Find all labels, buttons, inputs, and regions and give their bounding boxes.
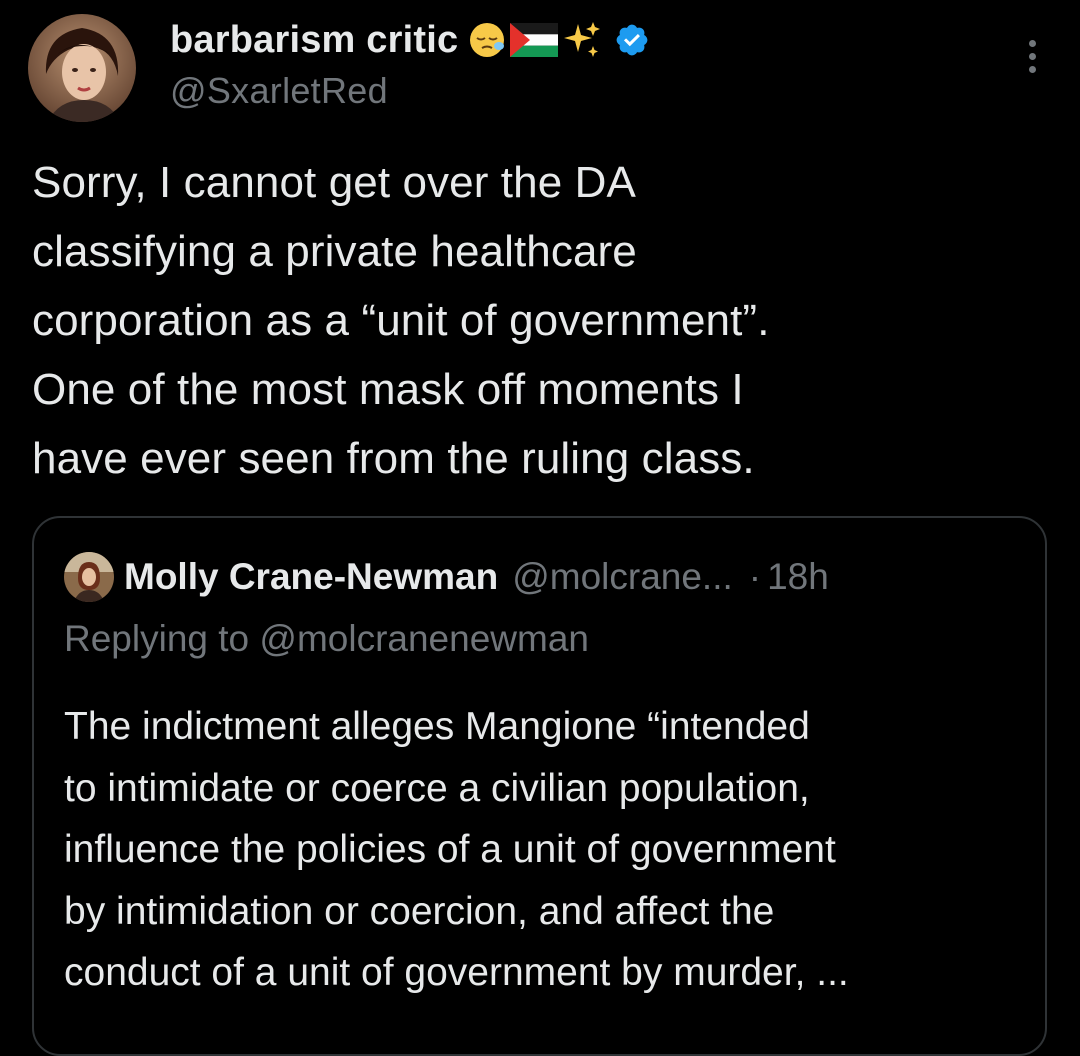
sleepy-face-emoji	[468, 21, 506, 59]
tweet-text-line: One of the most mask off moments I	[32, 365, 744, 414]
tweet-header: barbarism critic @SxarletRed	[170, 14, 1000, 112]
dot-separator: ·	[748, 556, 762, 597]
verified-badge-icon[interactable]	[614, 22, 650, 58]
quoted-text-line: The indictment alleges Mangione “intende…	[64, 705, 810, 748]
author-name-emojis	[468, 20, 602, 60]
more-dot	[1028, 53, 1036, 60]
quoted-text-line: conduct of a unit of government by murde…	[64, 951, 849, 994]
quoted-tweet-timestamp[interactable]: 18h	[767, 556, 829, 598]
more-vertical-icon[interactable]	[1024, 40, 1040, 80]
tweet: barbarism critic @SxarletRed Sorry, I ca…	[0, 0, 1080, 1056]
author-display-name[interactable]: barbarism critic	[170, 19, 458, 62]
palestine-flag-emoji	[510, 23, 559, 57]
quoted-author-display-name[interactable]: Molly Crane-Newman	[124, 556, 498, 598]
quoted-text-line: by intimidation or coercion, and affect …	[64, 889, 775, 933]
quoted-tweet-text: The indictment alleges Mangione “intende…	[64, 696, 1034, 1004]
tweet-text: Sorry, I cannot get over the DA classify…	[32, 148, 1032, 493]
more-dot	[1028, 40, 1036, 47]
tweet-text-line: Sorry, I cannot get over the DA	[32, 158, 636, 207]
tweet-text-line: classifying a private healthcare	[32, 227, 637, 276]
quoted-tweet-header: Molly Crane-Newman @molcrane... · 18h	[64, 552, 829, 602]
quoted-author-avatar	[64, 552, 114, 602]
tweet-text-line: corporation as a “unit of government”.	[32, 296, 770, 345]
sparkles-emoji	[562, 20, 602, 60]
quoted-tweet-card[interactable]: Molly Crane-Newman @molcrane... · 18h Re…	[32, 516, 1047, 1056]
more-dot	[1028, 66, 1036, 73]
tweet-text-line: have ever seen from the ruling class.	[32, 434, 755, 483]
author-handle[interactable]: @SxarletRed	[170, 70, 1000, 112]
author-avatar[interactable]	[28, 14, 136, 122]
quoted-author-handle[interactable]: @molcrane...	[512, 556, 733, 598]
author-name-row: barbarism critic	[170, 14, 1000, 66]
quoted-text-line: influence the policies of a unit of gove…	[64, 828, 836, 871]
quoted-text-line: to intimidate or coerce a civilian popul…	[64, 766, 810, 810]
replying-to-label: Replying to @molcranenewman	[64, 618, 589, 659]
